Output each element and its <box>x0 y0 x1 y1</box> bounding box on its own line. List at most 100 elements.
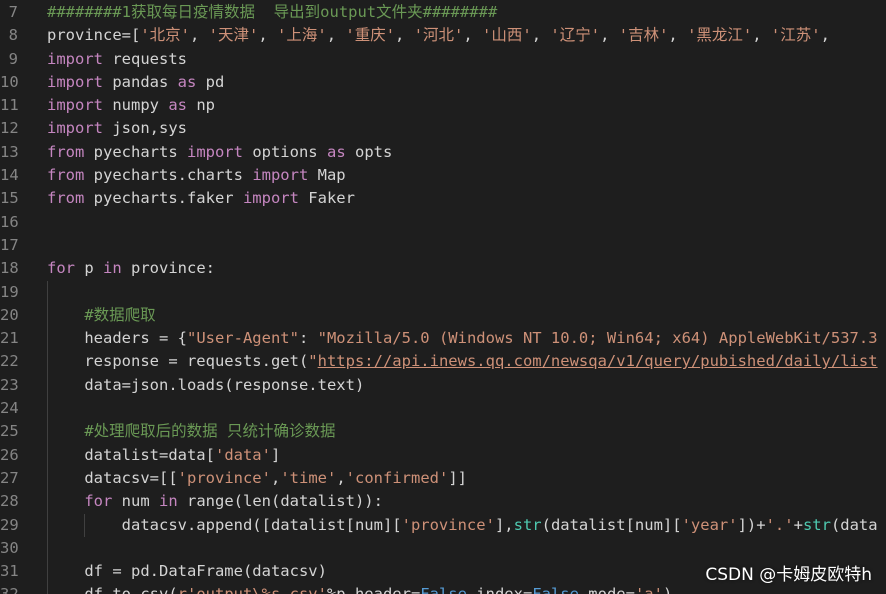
code-token-plain: ) <box>663 585 672 594</box>
code-token-str: "Mozilla/5.0 (Windows NT 10.0; Win64; x6… <box>317 329 878 348</box>
line-number: 7 <box>8 3 18 21</box>
code-line[interactable]: 19 <box>0 280 886 304</box>
line-number: 11 <box>0 96 19 115</box>
line-number: 16 <box>0 212 19 231</box>
code-token-plain: (datalist[num][ <box>541 515 682 534</box>
code-token-plain: data=json.loads(response.text) <box>47 375 365 394</box>
line-number: 10 <box>0 72 19 91</box>
code-line[interactable]: 20 #数据爬取 <box>0 303 886 328</box>
code-token-str: 'time' <box>280 468 337 487</box>
code-token-kw: as <box>177 72 197 91</box>
code-text: from pyecharts.charts import Map <box>47 164 346 187</box>
code-token-kw: import <box>47 72 103 91</box>
code-token-plain: ,index= <box>467 585 532 594</box>
code-line[interactable]: 27 datacsv=[['province','time','confirme… <box>0 466 886 491</box>
code-line[interactable]: 22 response = requests.get("https://api.… <box>0 350 886 374</box>
line-number: 20 <box>0 305 19 324</box>
code-line[interactable]: 23 data=json.loads(response.text) <box>0 373 886 398</box>
code-token-plain: response = requests.get( <box>47 352 309 371</box>
code-line[interactable]: 32 df.to_csv(r'output\%s.csv'%p,header=F… <box>0 583 886 594</box>
line-number: 17 <box>0 235 19 254</box>
code-text: datalist=data['data'] <box>47 444 280 467</box>
code-token-plain: , <box>326 26 346 45</box>
code-line[interactable]: 26 datalist=data['data'] <box>0 443 886 467</box>
line-number: 26 <box>0 445 19 464</box>
code-token-str: '山西' <box>482 26 532 45</box>
code-token-kw2: False <box>532 585 579 594</box>
code-token-plain: range(len(datalist)): <box>177 492 383 511</box>
code-token-str: 'a' <box>635 585 663 594</box>
code-line[interactable]: 21 headers = {"User-Agent": "Mozilla/5.0… <box>0 327 886 351</box>
code-token-kw: for <box>84 492 113 511</box>
code-token-plain: , <box>668 26 688 45</box>
code-line[interactable]: 18 for p in province: <box>0 257 886 280</box>
line-number: 28 <box>0 492 19 511</box>
code-line[interactable]: 25 #处理爬取后的数据 只统计确诊数据 <box>0 420 886 444</box>
code-token-plain: opts <box>345 142 393 161</box>
code-line[interactable]: 14 from pyecharts.charts import Map <box>0 164 886 187</box>
code-token-plain: , <box>258 26 278 45</box>
indent-guide <box>47 536 48 561</box>
code-text: import pandas as pd <box>47 71 224 94</box>
line-number: 23 <box>0 375 19 394</box>
code-line[interactable]: 8 province=['北京', '天津', '上海', '重庆', '河北',… <box>0 24 886 47</box>
code-token-kw: import <box>47 119 103 138</box>
line-number: 14 <box>0 166 19 185</box>
code-token-plain: , <box>463 26 483 45</box>
code-token-str: 'data' <box>214 445 271 464</box>
code-token-str: '黑龙江' <box>687 26 753 45</box>
code-token-kw: import <box>186 142 243 161</box>
code-token-str: 'province' <box>177 468 271 487</box>
code-line[interactable]: 17 <box>0 234 886 257</box>
line-number: 22 <box>0 352 19 371</box>
code-token-plain: numpy <box>103 96 169 115</box>
code-text: from pyecharts.faker import Faker <box>47 187 355 210</box>
code-line[interactable]: 30 <box>0 536 886 561</box>
code-line[interactable]: 9 import requests <box>0 48 886 71</box>
code-token-cm: #处理爬取后的数据 只统计确诊数据 <box>84 422 336 441</box>
code-token-kw: import <box>47 49 103 68</box>
code-token-cls: str <box>802 515 831 534</box>
line-number: 9 <box>8 49 18 68</box>
code-token-str: '上海' <box>277 26 327 45</box>
code-line[interactable]: 11 import numpy as np <box>0 94 886 117</box>
code-token-cm: ########1获取每日疫情数据 导出到output文件夹######## <box>47 3 498 21</box>
code-token-str: '重庆' <box>345 26 396 45</box>
code-line[interactable]: 28 for num in range(len(datalist)): <box>0 490 886 514</box>
code-line[interactable]: 15 from pyecharts.faker import Faker <box>0 187 886 210</box>
code-token-plain: province=[ <box>47 26 141 45</box>
code-text: for p in province: <box>47 257 215 280</box>
line-number: 15 <box>0 189 19 208</box>
code-text: for num in range(len(datalist)): <box>47 490 383 513</box>
code-token-kw: as <box>326 142 346 161</box>
code-token-cls: str <box>513 515 542 534</box>
code-text: from pyecharts import options as opts <box>47 141 392 164</box>
code-line[interactable]: 16 <box>0 211 886 234</box>
code-text: ########1获取每日疫情数据 导出到output文件夹######## <box>47 1 497 24</box>
line-number: 27 <box>0 468 19 487</box>
code-token-plain: ,mode= <box>579 585 635 594</box>
code-token-plain: pyecharts.charts <box>84 166 253 185</box>
code-token-plain: json,sys <box>103 119 187 138</box>
code-line[interactable]: 13 from pyecharts import options as opts <box>0 141 886 164</box>
code-line[interactable]: 29 datacsv.append([datalist[num]['provin… <box>0 513 886 537</box>
code-line[interactable]: 24 <box>0 397 886 421</box>
code-editor[interactable]: 7 ########1获取每日疫情数据 导出到output文件夹######## 8… <box>0 0 886 594</box>
code-token-str: r'output\%s.csv' <box>178 585 327 594</box>
code-token-plain: , <box>270 468 281 487</box>
code-line[interactable]: 10 import pandas as pd <box>0 71 886 94</box>
code-text: datacsv=[['province','time','confirmed']… <box>47 467 467 490</box>
indent-guide <box>47 397 48 421</box>
code-text: df = pd.DataFrame(datacsv) <box>47 560 327 583</box>
code-token-str: '江苏' <box>770 26 821 45</box>
code-token-kw: import <box>242 189 299 208</box>
code-line[interactable]: 12 import json,sys <box>0 117 886 140</box>
line-number: 12 <box>0 119 19 138</box>
code-line[interactable]: 7 ########1获取每日疫情数据 导出到output文件夹######## <box>0 1 886 24</box>
code-text: headers = {"User-Agent": "Mozilla/5.0 (W… <box>47 327 878 350</box>
code-token-kw: from <box>47 189 85 208</box>
code-token-plain: ] <box>270 445 281 464</box>
code-token-plain: pyecharts <box>84 142 187 161</box>
code-text: data=json.loads(response.text) <box>47 374 364 397</box>
code-token-kw2: False <box>420 585 467 594</box>
